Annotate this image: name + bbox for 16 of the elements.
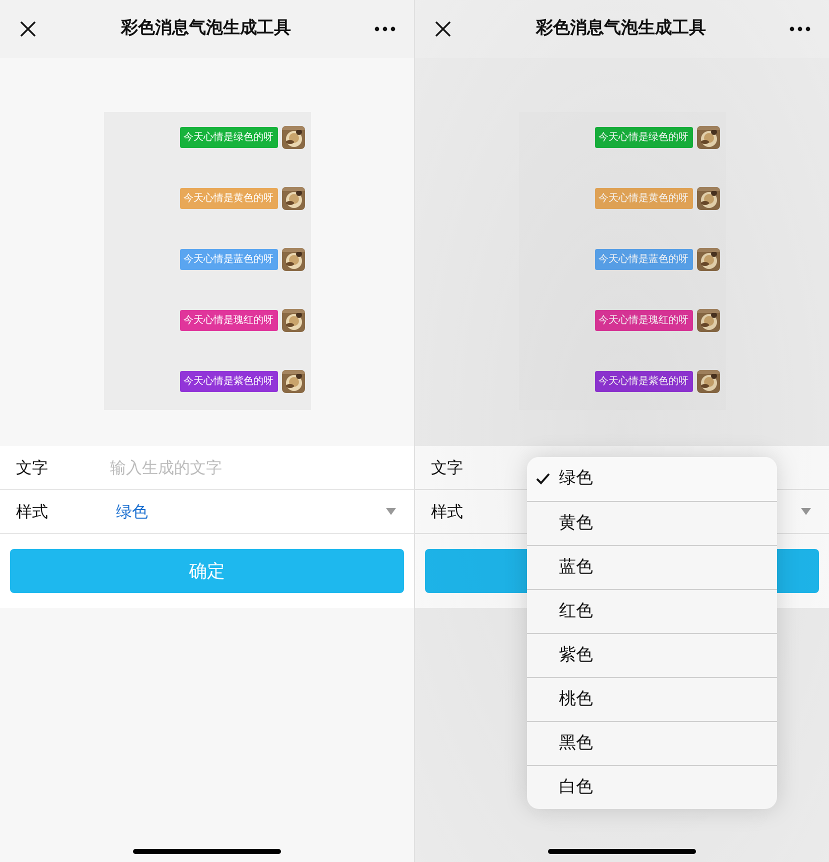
field-label: 文字 bbox=[16, 456, 49, 478]
message-bubble: 今天心情是绿色的呀 bbox=[594, 127, 692, 148]
message-bubble: 今天心情是绿色的呀 bbox=[180, 127, 278, 148]
field-label: 文字 bbox=[431, 456, 464, 478]
message-bubble: 今天心情是蓝色的呀 bbox=[180, 249, 278, 270]
message-bubble: 今天心情是瑰红的呀 bbox=[594, 310, 692, 331]
window-title: 彩色消息气泡生成工具 bbox=[121, 17, 291, 40]
window-title: 彩色消息气泡生成工具 bbox=[536, 17, 706, 40]
message-bubble: 今天心情是紫色的呀 bbox=[594, 371, 692, 392]
field-label: 样式 bbox=[431, 500, 464, 522]
message-bubble: 今天心情是紫色的呀 bbox=[180, 371, 278, 392]
message-bubble: 今天心情是瑰红的呀 bbox=[180, 310, 278, 331]
field-label: 样式 bbox=[16, 500, 49, 522]
message-bubble: 今天心情是蓝色的呀 bbox=[594, 249, 692, 270]
message-bubble: 今天心情是黄色的呀 bbox=[594, 188, 692, 209]
message-bubble: 今天心情是黄色的呀 bbox=[180, 188, 278, 209]
